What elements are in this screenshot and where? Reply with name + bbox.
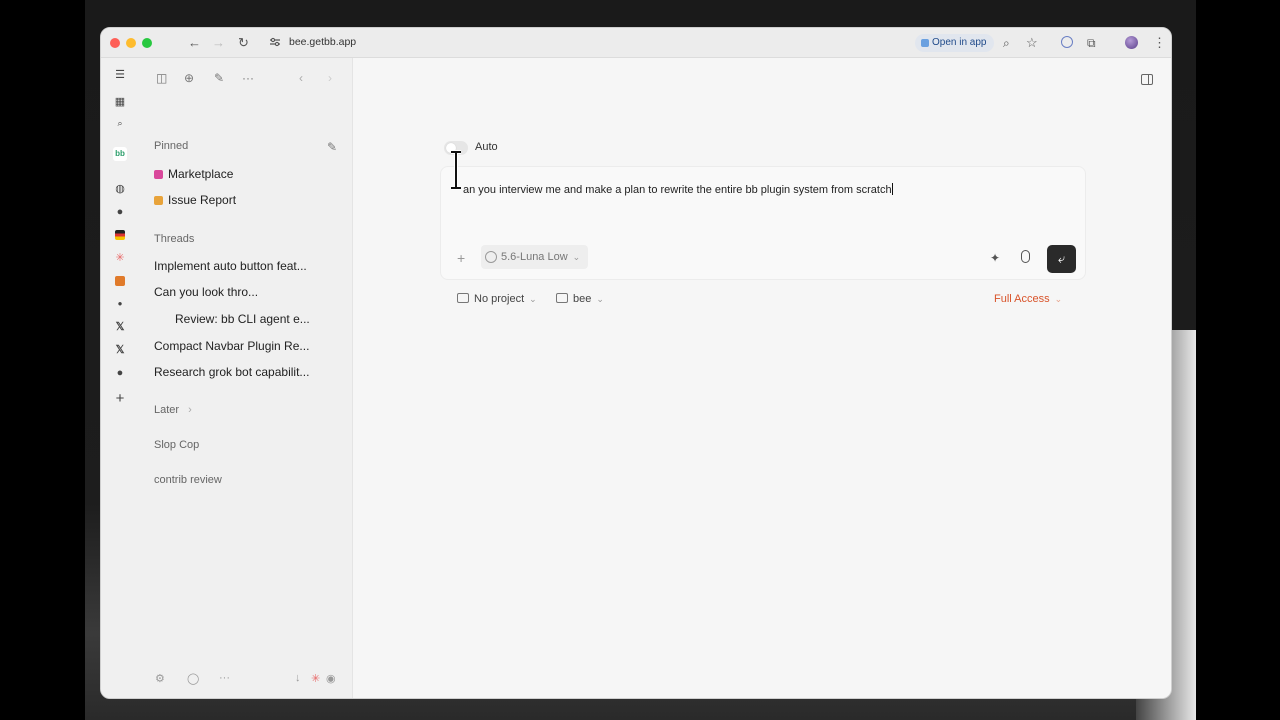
more-icon[interactable]: ···	[242, 71, 254, 85]
prompt-input[interactable]: an you interview me and make a plan to r…	[463, 183, 893, 196]
group-slop-cop[interactable]: Slop Cop	[154, 439, 199, 451]
browser-menu-icon[interactable]: ⋮	[1153, 35, 1166, 51]
open-in-app-label: Open in app	[932, 37, 987, 48]
zoom-icon[interactable]: ⌕	[1003, 35, 1010, 51]
search-list-icon[interactable]: ⌕	[113, 116, 127, 130]
sidebar-item-label: Issue Report	[168, 193, 237, 207]
chevron-down-icon: ⌄	[596, 294, 604, 304]
toggle-sidebar-icon[interactable]: ◫	[156, 71, 167, 85]
later-label: Later	[154, 404, 180, 416]
tools-wand-icon[interactable]: ✦	[990, 251, 1000, 265]
add-app-icon[interactable]: +	[113, 391, 127, 406]
sparkle-icon[interactable]: ✳	[113, 251, 127, 265]
microphone-icon[interactable]	[1021, 250, 1030, 263]
open-in-app-button[interactable]: Open in app	[915, 34, 994, 52]
site-settings-icon[interactable]	[269, 36, 281, 48]
laptop-icon	[556, 293, 568, 303]
auto-label: Auto	[475, 141, 498, 153]
github-alt-icon[interactable]: ●	[113, 366, 127, 380]
new-thread-icon[interactable]: ⊕	[184, 71, 194, 85]
workspace-selector[interactable]: bee ⌄	[556, 293, 604, 305]
project-selector[interactable]: No project ⌄	[457, 293, 537, 305]
grid-apps-icon[interactable]: ▦	[113, 95, 127, 109]
access-selector[interactable]: Full Access ⌄	[994, 293, 1062, 305]
send-button[interactable]: ⤶	[1047, 245, 1076, 273]
browser-window: ← → ↻ bee.getbb.app Open in app ⌕ ☆ ⧉ ⋮ …	[100, 27, 1172, 699]
bookmark-star-icon[interactable]: ☆	[1026, 35, 1038, 51]
prompt-text: an you interview me and make a plan to r…	[463, 184, 892, 196]
download-icon[interactable]: ↓	[295, 672, 301, 684]
threads-heading: Threads	[154, 233, 195, 245]
sidebar-item-marketplace[interactable]: Marketplace	[154, 167, 233, 181]
group-contrib-review[interactable]: contrib review	[154, 474, 222, 486]
sparkle-status-icon[interactable]: ✳	[311, 672, 320, 685]
access-label: Full Access	[994, 293, 1050, 305]
app-icon	[921, 39, 929, 47]
issue-report-emoji-icon	[154, 196, 163, 206]
globe-icon[interactable]: ◍	[113, 182, 127, 196]
model-selector[interactable]: 5.6-Luna Low ⌄	[481, 245, 589, 269]
forward-arrow-icon[interactable]: →	[212, 35, 225, 51]
app-icon-rail: ☰ ▦ ⌕ bb ◍ ● ✳ ● 𝕏 𝕏 ● +	[101, 58, 141, 698]
sidebar: ◫ ⊕ ✎ ··· ‹ › Pinned ✎ Marketplace Issue…	[141, 58, 353, 698]
main-content: Auto an you interview me and make a plan…	[354, 58, 1171, 698]
address-bar[interactable]: bee.getbb.app	[289, 36, 356, 48]
browser-toolbar: ← → ↻ bee.getbb.app Open in app ⌕ ☆ ⧉ ⋮	[101, 28, 1171, 58]
right-panel-toggle-icon[interactable]	[1141, 74, 1153, 85]
later-group[interactable]: Later ›	[154, 404, 192, 416]
dot-icon[interactable]: ●	[113, 297, 127, 311]
chat-bubble-icon[interactable]: ◯	[187, 672, 199, 685]
thread-subitem[interactable]: Review: bb CLI agent e...	[175, 312, 310, 326]
pinned-heading: Pinned	[154, 140, 189, 152]
thread-item[interactable]: Implement auto button feat...	[154, 259, 307, 273]
sidebar-item-label: Marketplace	[168, 167, 234, 181]
model-label: 5.6-Luna Low	[501, 251, 568, 263]
text-cursor-icon	[451, 150, 461, 190]
maximize-window-button[interactable]	[142, 38, 152, 48]
profile-avatar[interactable]	[1125, 36, 1138, 49]
back-icon[interactable]: ‹	[299, 71, 303, 85]
settings-gear-icon[interactable]: ⚙	[155, 672, 165, 685]
project-label: No project	[474, 293, 525, 305]
thread-item[interactable]: Can you look thro...	[154, 285, 258, 299]
reload-icon[interactable]: ↻	[238, 35, 249, 51]
x-alt-icon[interactable]: 𝕏	[113, 343, 127, 357]
extensions-puzzle-icon[interactable]: ⧉	[1087, 35, 1096, 51]
minimize-window-button[interactable]	[126, 38, 136, 48]
forward-icon[interactable]: ›	[328, 71, 332, 85]
thread-item[interactable]: Compact Navbar Plugin Re...	[154, 339, 309, 353]
chevron-down-icon: ⌄	[529, 294, 537, 304]
stack-icon[interactable]	[113, 274, 127, 288]
edit-pencil-icon[interactable]: ✎	[327, 140, 337, 154]
text-caret	[891, 183, 893, 195]
chevron-right-icon: ›	[188, 404, 192, 416]
close-window-button[interactable]	[110, 38, 120, 48]
bb-app-icon[interactable]: bb	[113, 147, 127, 161]
folder-icon	[457, 293, 469, 303]
status-circle-icon[interactable]: ◉	[326, 672, 336, 685]
chevron-down-icon: ⌄	[1054, 294, 1063, 304]
sidebar-item-issue-report[interactable]: Issue Report	[154, 193, 236, 207]
marketplace-emoji-icon	[154, 170, 163, 180]
prompt-composer[interactable]: an you interview me and make a plan to r…	[440, 166, 1086, 280]
chevron-down-icon: ⌄	[572, 252, 581, 262]
openai-logo-icon	[485, 251, 497, 263]
more-options-icon[interactable]: ···	[219, 672, 230, 684]
password-extension-icon[interactable]	[1061, 36, 1073, 48]
workspace-label: bee	[573, 293, 592, 305]
menu-list-icon[interactable]: ☰	[113, 68, 127, 82]
x-icon[interactable]: 𝕏	[113, 320, 127, 334]
flag-icon[interactable]	[113, 228, 127, 242]
back-arrow-icon[interactable]: ←	[188, 35, 201, 51]
github-icon[interactable]: ●	[113, 205, 127, 219]
thread-item[interactable]: Research grok bot capabilit...	[154, 365, 309, 379]
attach-plus-button[interactable]: +	[457, 251, 465, 265]
compose-icon[interactable]: ✎	[214, 71, 224, 85]
